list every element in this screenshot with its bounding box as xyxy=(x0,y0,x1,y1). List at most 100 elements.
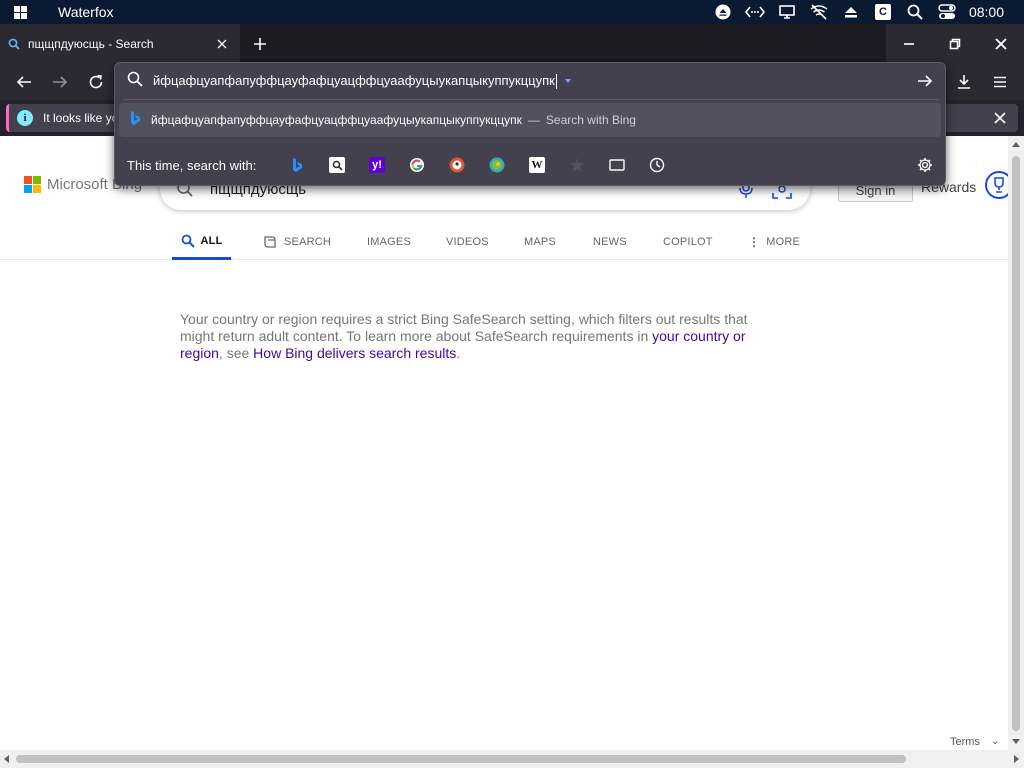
vertical-scrollbar[interactable] xyxy=(1008,136,1024,750)
one-off-label: This time, search with: xyxy=(127,157,257,173)
close-window-button[interactable] xyxy=(978,24,1024,64)
restore-button[interactable] xyxy=(932,24,978,64)
rewards-trophy-icon[interactable] xyxy=(985,171,1008,199)
network-code-icon[interactable] xyxy=(739,0,771,24)
scroll-right-arrow-icon[interactable] xyxy=(1014,755,1019,763)
window-controls xyxy=(886,24,1024,64)
engine-duckduckgo-button[interactable] xyxy=(437,149,477,181)
reload-button[interactable] xyxy=(80,66,112,98)
c-app-icon[interactable]: C xyxy=(867,0,899,24)
close-tab-button[interactable] xyxy=(208,30,236,58)
duckduckgo-icon xyxy=(449,157,465,173)
close-notification-button[interactable] xyxy=(988,106,1012,130)
microsoft-logo-icon xyxy=(24,176,41,193)
plus-icon xyxy=(254,38,266,50)
tab-maps[interactable]: MAPS xyxy=(524,224,556,260)
chevron-down-icon[interactable]: ⌄ xyxy=(991,736,999,747)
arrow-right-icon xyxy=(53,76,68,88)
tab-bing-search[interactable]: пщщпдуюсщь - Search xyxy=(0,24,240,64)
downloads-button[interactable] xyxy=(948,66,980,98)
search-box-icon xyxy=(329,157,345,173)
how-bing-delivers-link[interactable]: How Bing delivers search results xyxy=(253,345,456,361)
engine-bing-button[interactable] xyxy=(277,149,317,181)
tab-strip: пщщпдуюсщь - Search xyxy=(0,24,1024,64)
suggestion-separator: — xyxy=(527,113,540,127)
scroll-left-arrow-icon[interactable] xyxy=(4,755,9,763)
go-button[interactable] xyxy=(911,67,939,95)
bing-icon xyxy=(129,110,141,130)
tab-icon xyxy=(609,159,625,171)
start-button[interactable] xyxy=(0,0,40,24)
reload-icon xyxy=(89,74,103,89)
monitor-icon[interactable] xyxy=(771,0,803,24)
arrow-right-icon xyxy=(918,75,933,87)
search-scope-tabs: ALL SEARCH IMAGES VIDEOS MAPS NEWS COPIL… xyxy=(0,224,1008,260)
engine-google-button[interactable] xyxy=(397,149,437,181)
tab-images[interactable]: IMAGES xyxy=(367,224,411,260)
tab-all[interactable]: ALL xyxy=(172,224,231,260)
gear-icon xyxy=(918,158,932,172)
engine-bookmarks-button[interactable] xyxy=(557,149,597,181)
safesearch-message: Your country or region requires a strict… xyxy=(180,311,748,361)
more-dots-icon: ⋮ xyxy=(748,235,761,249)
engine-history-button[interactable] xyxy=(637,149,677,181)
no-wifi-icon[interactable] xyxy=(803,0,835,24)
wikipedia-icon: W xyxy=(529,157,545,173)
suggestion-action: Search with Bing xyxy=(545,113,636,127)
engine-ecosia-button[interactable] xyxy=(477,149,517,181)
vertical-scroll-thumb[interactable] xyxy=(1012,156,1020,731)
horizontal-scroll-thumb[interactable] xyxy=(16,755,906,763)
search-icon[interactable] xyxy=(899,0,931,24)
engine-search-box-button[interactable] xyxy=(317,149,357,181)
toggle-icon[interactable] xyxy=(931,0,963,24)
one-off-search-bar: This time, search with: y! W xyxy=(115,149,945,181)
scroll-up-arrow-icon[interactable] xyxy=(1012,142,1020,147)
minimize-button[interactable] xyxy=(886,24,932,64)
hamburger-menu-icon xyxy=(994,76,1006,88)
forward-button[interactable] xyxy=(44,66,76,98)
search-icon xyxy=(8,35,20,54)
terms-link[interactable]: Terms xyxy=(950,736,980,748)
tab-news[interactable]: NEWS xyxy=(593,224,627,260)
system-tray: C 08:00 xyxy=(707,0,1024,24)
info-icon: i xyxy=(17,110,33,126)
engine-wikipedia-button[interactable]: W xyxy=(517,149,557,181)
windows-logo-icon xyxy=(13,5,27,19)
google-icon xyxy=(410,158,424,172)
ecosia-icon xyxy=(489,157,505,173)
tab-videos[interactable]: VIDEOS xyxy=(446,224,489,260)
search-suggestion-row[interactable]: йфцафцуапфапуффцауфафцуацффцуаафуцыукапц… xyxy=(119,103,941,137)
search-icon xyxy=(181,234,195,248)
engine-tabs-button[interactable] xyxy=(597,149,637,181)
horizontal-scrollbar[interactable] xyxy=(0,750,1024,768)
system-clock[interactable]: 08:00 xyxy=(969,4,1004,20)
restore-icon xyxy=(949,38,961,50)
tab-search[interactable]: SEARCH xyxy=(262,224,331,260)
history-clock-icon xyxy=(649,157,665,173)
tab-title: пщщпдуюсщь - Search xyxy=(28,37,154,51)
search-settings-button[interactable] xyxy=(911,151,939,179)
menu-button[interactable] xyxy=(984,66,1016,98)
text-caret xyxy=(555,74,557,90)
tab-copilot[interactable]: COPILOT xyxy=(663,224,713,260)
arrow-left-icon xyxy=(16,76,31,88)
notification-text: It looks like yo xyxy=(43,111,115,125)
url-input-row[interactable]: йфцафцуапфапуффцауфафцуацффцуаафуцыукапц… xyxy=(115,63,945,99)
tab-more[interactable]: ⋮ MORE xyxy=(748,224,800,260)
search-icon xyxy=(127,71,143,91)
url-input[interactable]: йфцафцуапфапуффцауфафцуацффцуаафуцыукапц… xyxy=(153,73,557,90)
star-icon xyxy=(570,158,584,172)
scroll-down-arrow-icon[interactable] xyxy=(1012,739,1020,744)
active-window-title: Waterfox xyxy=(58,4,114,20)
eject-icon[interactable] xyxy=(835,0,867,24)
autofill-dropdown-icon[interactable] xyxy=(564,79,571,83)
os-taskbar: Waterfox C 08:00 xyxy=(0,0,1024,24)
suggestion-query: йфцафцуапфапуффцауфафцуацффцуаафуцыукапц… xyxy=(151,113,522,127)
close-icon xyxy=(217,39,227,49)
back-button[interactable] xyxy=(8,66,40,98)
engine-yahoo-button[interactable]: y! xyxy=(357,149,397,181)
new-tab-button[interactable] xyxy=(246,30,274,58)
yahoo-icon: y! xyxy=(369,157,385,173)
close-icon xyxy=(994,112,1006,124)
eject-circle-icon[interactable] xyxy=(707,0,739,24)
